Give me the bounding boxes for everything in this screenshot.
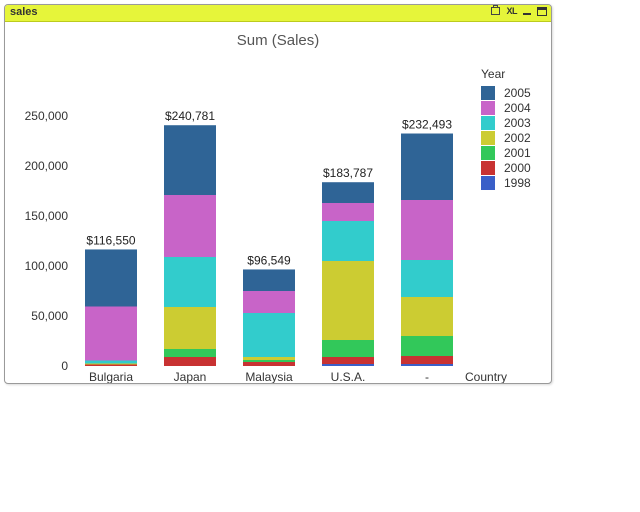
x-axis: Bulgaria Japan Malaysia U.S.A. - [89,370,429,383]
bar-stack[interactable]: $232,493 [401,118,453,366]
bar-segment[interactable] [401,356,453,364]
legend-swatch [481,101,495,115]
bar-segment[interactable] [243,357,295,360]
bar-total-label: $183,787 [323,166,373,180]
legend-swatch [481,176,495,190]
bar-segment[interactable] [85,360,137,364]
bar-stack[interactable]: $183,787 [322,166,374,366]
bar-segment[interactable] [401,336,453,356]
chart-window: sales XL Sum (Sales) Country Year 0 50,00… [4,4,552,384]
bar-segment[interactable] [164,195,216,257]
y-tick-label: 0 [61,359,68,373]
bar-segment[interactable] [243,269,295,291]
chart-title: Sum (Sales) [237,32,320,49]
bar-segment[interactable] [243,362,295,366]
bar-segment[interactable] [164,125,216,195]
print-icon[interactable] [491,5,501,15]
minimize-icon[interactable] [523,13,531,15]
legend-swatch [481,116,495,130]
bar-segment[interactable] [164,357,216,366]
x-tick-label: Bulgaria [89,370,133,383]
bar-segment[interactable] [401,297,453,336]
bar-segment[interactable] [401,260,453,297]
legend-label: 2003 [504,116,531,130]
legend-label: 2004 [504,101,531,115]
bar-segment[interactable] [322,203,374,221]
x-tick-label: - [425,370,429,383]
x-tick-label: U.S.A. [331,370,366,383]
legend-title: Year [481,67,505,81]
legend-swatch [481,146,495,160]
x-axis-label: Country [465,370,507,383]
legend-swatch [481,161,495,175]
legend-swatch [481,131,495,145]
bar-segment[interactable] [401,133,453,200]
bar-total-label: $240,781 [165,109,215,123]
bar-segment[interactable] [243,360,295,362]
bar-segment[interactable] [164,257,216,307]
y-tick-label: 50,000 [31,309,68,323]
caption-icon-group: XL [491,5,547,16]
y-tick-label: 200,000 [25,159,69,173]
y-tick-label: 250,000 [25,109,69,123]
bar-total-label: $116,550 [86,233,135,247]
bar-total-label: $96,549 [247,253,291,267]
bar-segment[interactable] [85,364,137,367]
xl-icon[interactable]: XL [506,6,517,16]
x-tick-label: Japan [174,370,207,383]
legend-label: 1998 [504,176,531,190]
legend-label: 2005 [504,86,531,100]
bar-segment[interactable] [322,340,374,357]
legend-label: 2000 [504,161,531,175]
bar-segment[interactable] [322,182,374,203]
bar-segment[interactable] [164,307,216,349]
y-axis: 0 50,000 100,000 150,000 200,000 250,000 [25,109,69,373]
bar-stack[interactable]: $240,781 [164,109,216,366]
window-title: sales [10,6,38,18]
legend-label: 2001 [504,146,531,160]
bar-segment[interactable] [322,261,374,340]
bar-stack[interactable]: $96,549 [243,253,295,366]
y-tick-label: 100,000 [25,259,69,273]
bar-segment[interactable] [322,364,374,366]
legend-label: 2002 [504,131,531,145]
y-tick-label: 150,000 [25,209,69,223]
bar-segment[interactable] [85,363,137,365]
maximize-icon[interactable] [537,6,547,16]
bar-total-label: $232,493 [402,118,452,132]
bars-layer: $116,550 $240,781 $96,549 $183,787 $232,493 [85,109,453,366]
legend[interactable]: 2005200420032002200120001998 [481,86,531,190]
bar-stack[interactable]: $116,550 [85,233,137,366]
bar-segment[interactable] [164,349,216,357]
bar-segment[interactable] [322,221,374,261]
bar-segment[interactable] [401,364,453,366]
bar-segment[interactable] [85,306,137,361]
legend-swatch [481,86,495,100]
bar-segment[interactable] [322,357,374,364]
bar-segment[interactable] [243,291,295,313]
window-caption-bar[interactable]: sales XL [5,5,551,22]
bar-segment[interactable] [401,200,453,260]
stacked-bar-chart: Sum (Sales) Country Year 0 50,000 100,000 1… [25,32,531,383]
bar-segment[interactable] [85,249,137,307]
bar-segment[interactable] [243,313,295,357]
x-tick-label: Malaysia [245,370,293,383]
